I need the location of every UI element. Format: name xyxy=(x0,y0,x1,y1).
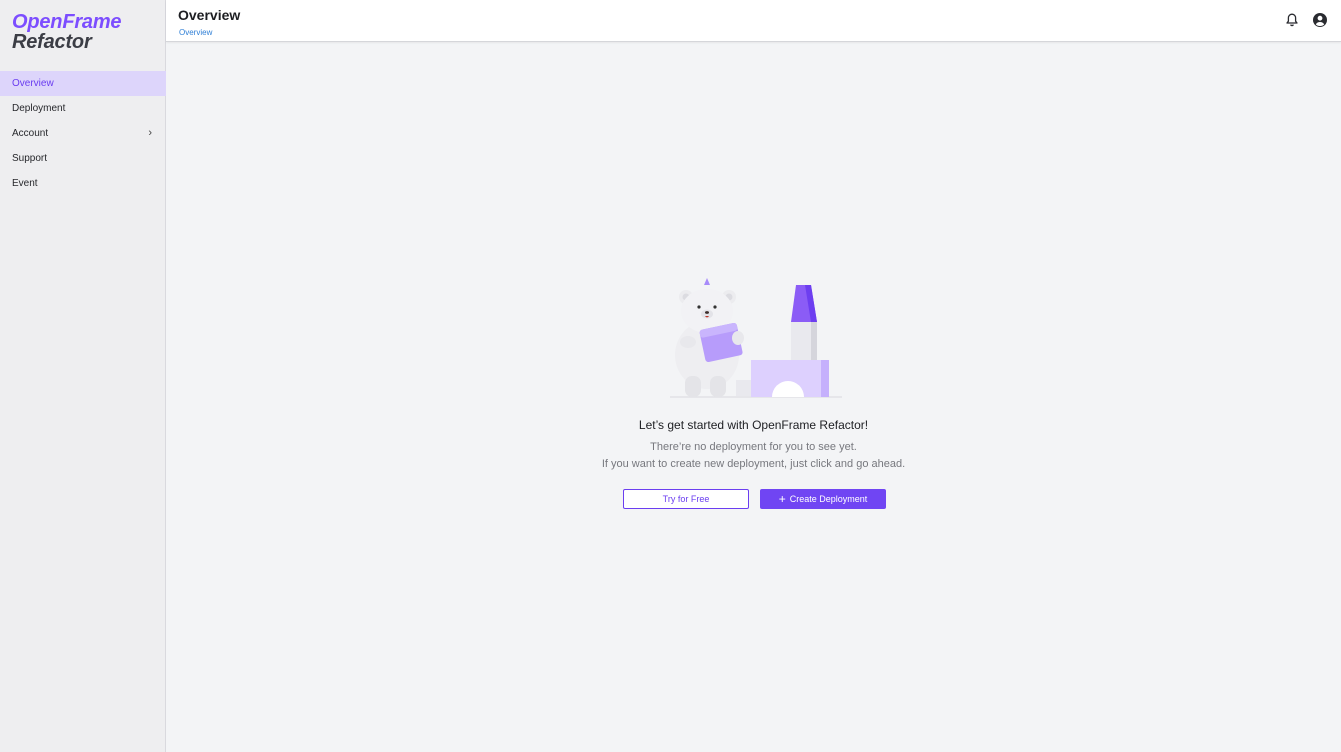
empty-state-description-2: If you want to create new deployment, ju… xyxy=(601,458,906,470)
sidebar-item-label: Deployment xyxy=(12,103,66,114)
empty-state-headline: Let’s get started with OpenFrame Refacto… xyxy=(638,418,869,432)
create-deployment-button[interactable]: + Create Deployment xyxy=(760,489,886,509)
sidebar-item-support[interactable]: Support xyxy=(0,146,166,171)
brand-line2: Refactor xyxy=(12,31,92,53)
top-header: Overview Overview xyxy=(166,0,1341,42)
app-root: OpenFrame Refactor Overview Deployment A… xyxy=(0,0,1341,752)
plus-icon: + xyxy=(778,492,786,506)
chevron-right-icon: › xyxy=(148,127,152,139)
sidebar: OpenFrame Refactor Overview Deployment A… xyxy=(0,0,166,752)
create-deployment-label: Create Deployment xyxy=(789,494,868,504)
sidebar-item-label: Overview xyxy=(12,78,54,89)
breadcrumb[interactable]: Overview xyxy=(179,28,212,37)
sidebar-item-deployment[interactable]: Deployment xyxy=(0,96,166,121)
empty-state-illustration xyxy=(666,276,846,401)
sidebar-nav: Overview Deployment Account › Support Ev… xyxy=(0,71,166,196)
sidebar-item-overview[interactable]: Overview xyxy=(0,71,166,96)
sidebar-item-account[interactable]: Account › xyxy=(0,121,166,146)
user-avatar-icon[interactable] xyxy=(1312,12,1328,28)
brand-line1: OpenFrame xyxy=(12,11,122,33)
sidebar-item-label: Account xyxy=(12,128,49,139)
sidebar-item-label: Support xyxy=(12,153,48,164)
sidebar-item-label: Event xyxy=(12,178,38,189)
try-for-free-button[interactable]: Try for Free xyxy=(623,489,749,509)
try-for-free-label: Try for Free xyxy=(662,494,710,504)
page-title: Overview xyxy=(178,7,241,23)
bell-icon[interactable] xyxy=(1284,12,1300,28)
empty-state-description: There’re no deployment for you to see ye… xyxy=(650,441,857,453)
brand-logo[interactable]: OpenFrame Refactor xyxy=(12,11,122,53)
main-content: Let’s get started with OpenFrame Refacto… xyxy=(166,43,1341,752)
sidebar-item-event[interactable]: Event xyxy=(0,171,166,196)
